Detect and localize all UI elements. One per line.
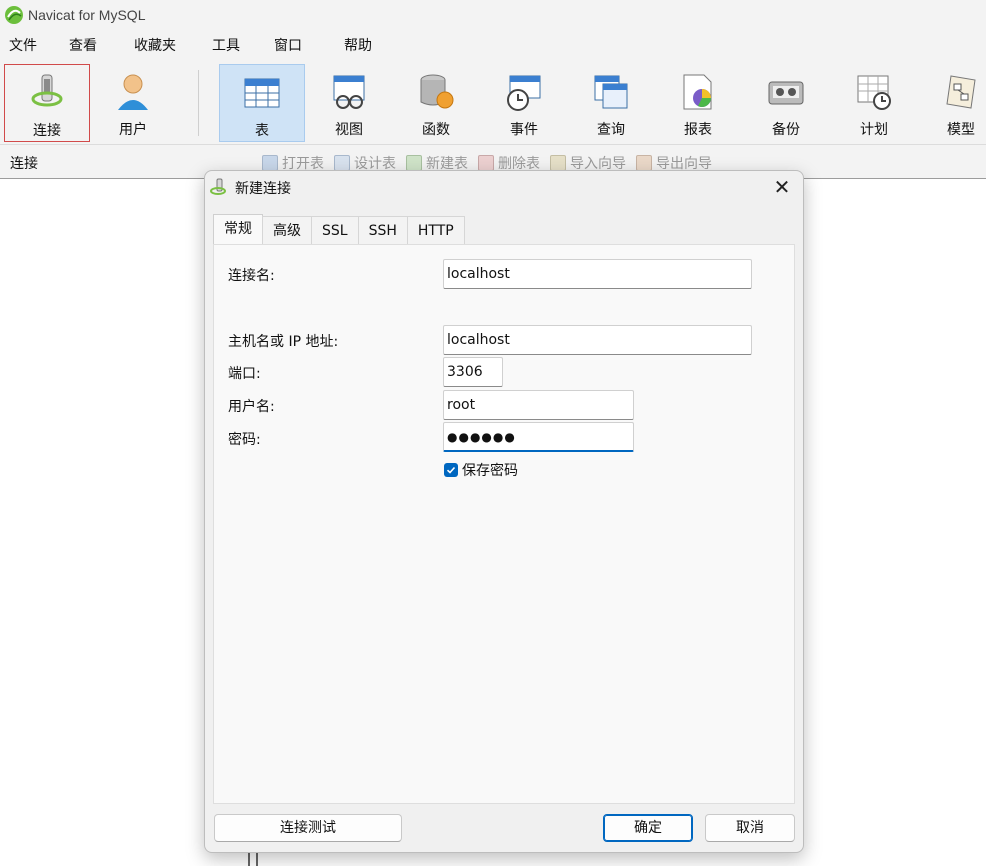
menu-view[interactable]: 查看 (60, 30, 125, 62)
checkmark-icon[interactable] (444, 463, 458, 477)
dialog-title: 新建连接 (235, 181, 291, 197)
toolbar-table-button[interactable]: 表 (219, 64, 305, 142)
dialog-title-bar: 新建连接 ✕ (205, 171, 803, 205)
menu-help[interactable]: 帮助 (335, 30, 395, 62)
event-clock-icon (507, 75, 541, 111)
schedule-calendar-icon (857, 75, 891, 110)
username-input[interactable]: root (443, 390, 634, 420)
open-table-icon (262, 155, 278, 171)
object-bar-title: 连接 (10, 156, 38, 172)
save-password-label: 保存密码 (462, 463, 518, 479)
import-wizard-icon (550, 155, 566, 171)
toolbar-event-label: 事件 (510, 122, 538, 138)
toolbar-user-button[interactable]: 用户 (90, 64, 176, 142)
design-table-icon (334, 155, 350, 171)
navicat-logo-icon (5, 6, 23, 24)
new-table-icon (406, 155, 422, 171)
dialog-tabs: 常规 高级 SSL SSH HTTP (213, 214, 465, 244)
save-password-checkbox[interactable]: 保存密码 (444, 460, 518, 480)
toolbar-backup-label: 备份 (772, 122, 800, 138)
toolbar-backup-button[interactable]: 备份 (743, 64, 829, 142)
toolbar-query-label: 查询 (597, 122, 625, 138)
test-connection-button[interactable]: 连接测试 (214, 814, 402, 842)
password-label: 密码: (228, 432, 261, 448)
delete-table-icon (478, 155, 494, 171)
toolbar-view-label: 视图 (335, 122, 363, 138)
model-diagram-icon (946, 75, 976, 109)
host-label: 主机名或 IP 地址: (228, 334, 339, 350)
report-icon (683, 74, 712, 110)
menu-file[interactable]: 文件 (0, 30, 60, 62)
view-glasses-icon (333, 75, 365, 109)
tab-ssh[interactable]: SSH (357, 216, 408, 244)
menu-favorites[interactable]: 收藏夹 (125, 30, 203, 62)
export-wizard-icon (636, 155, 652, 171)
username-label: 用户名: (228, 399, 275, 415)
connection-plug-icon (210, 178, 226, 195)
toolbar-view-button[interactable]: 视图 (306, 64, 392, 142)
connection-name-label: 连接名: (228, 268, 275, 284)
toolbar-function-button[interactable]: 函数 (393, 64, 479, 142)
toolbar-function-label: 函数 (422, 122, 450, 138)
query-icon (594, 75, 628, 109)
password-input[interactable]: ●●●●●● (443, 422, 634, 452)
toolbar-report-button[interactable]: 报表 (655, 64, 741, 142)
tab-ssl[interactable]: SSL (311, 216, 359, 244)
connection-plug-icon (31, 74, 63, 107)
backup-tape-icon (768, 81, 804, 105)
menu-window[interactable]: 窗口 (265, 30, 335, 62)
menu-bar: 文件 查看 收藏夹 工具 窗口 帮助 (0, 30, 986, 62)
toolbar-user-label: 用户 (119, 122, 147, 138)
toolbar-model-button[interactable]: 模型 (918, 64, 986, 142)
title-bar: Navicat for MySQL (0, 0, 986, 30)
toolbar-model-label: 模型 (947, 122, 975, 138)
tab-http[interactable]: HTTP (406, 216, 465, 244)
user-icon (118, 74, 148, 110)
toolbar-connect-label: 连接 (33, 123, 61, 139)
toolbar-schedule-button[interactable]: 计划 (831, 64, 917, 142)
port-label: 端口: (228, 366, 261, 382)
port-input[interactable]: 3306 (443, 357, 503, 387)
toolbar-table-label: 表 (255, 123, 269, 139)
main-toolbar: 连接 用户 表 视图 函数 事件 查询 报表 备份 计划 模型 (0, 62, 986, 145)
window-title: Navicat for MySQL (28, 7, 146, 23)
new-connection-dialog: 新建连接 ✕ 常规 高级 SSL SSH HTTP 连接名: localhost… (204, 170, 804, 853)
tab-advanced[interactable]: 高级 (262, 216, 312, 244)
close-icon[interactable]: ✕ (773, 177, 791, 197)
toolbar-separator (198, 70, 199, 136)
cancel-button[interactable]: 取消 (705, 814, 795, 842)
table-icon (244, 78, 280, 108)
function-database-icon (420, 74, 454, 109)
toolbar-event-button[interactable]: 事件 (481, 64, 567, 142)
tab-general[interactable]: 常规 (213, 214, 263, 244)
toolbar-report-label: 报表 (684, 122, 712, 138)
toolbar-schedule-label: 计划 (860, 122, 888, 138)
toolbar-connect-button[interactable]: 连接 (4, 64, 90, 142)
menu-tools[interactable]: 工具 (203, 30, 265, 62)
host-input[interactable]: localhost (443, 325, 752, 355)
connection-name-input[interactable]: localhost (443, 259, 752, 289)
ok-button[interactable]: 确定 (603, 814, 693, 842)
general-tab-panel: 连接名: localhost 主机名或 IP 地址: localhost 端口:… (213, 244, 795, 804)
toolbar-query-button[interactable]: 查询 (568, 64, 654, 142)
